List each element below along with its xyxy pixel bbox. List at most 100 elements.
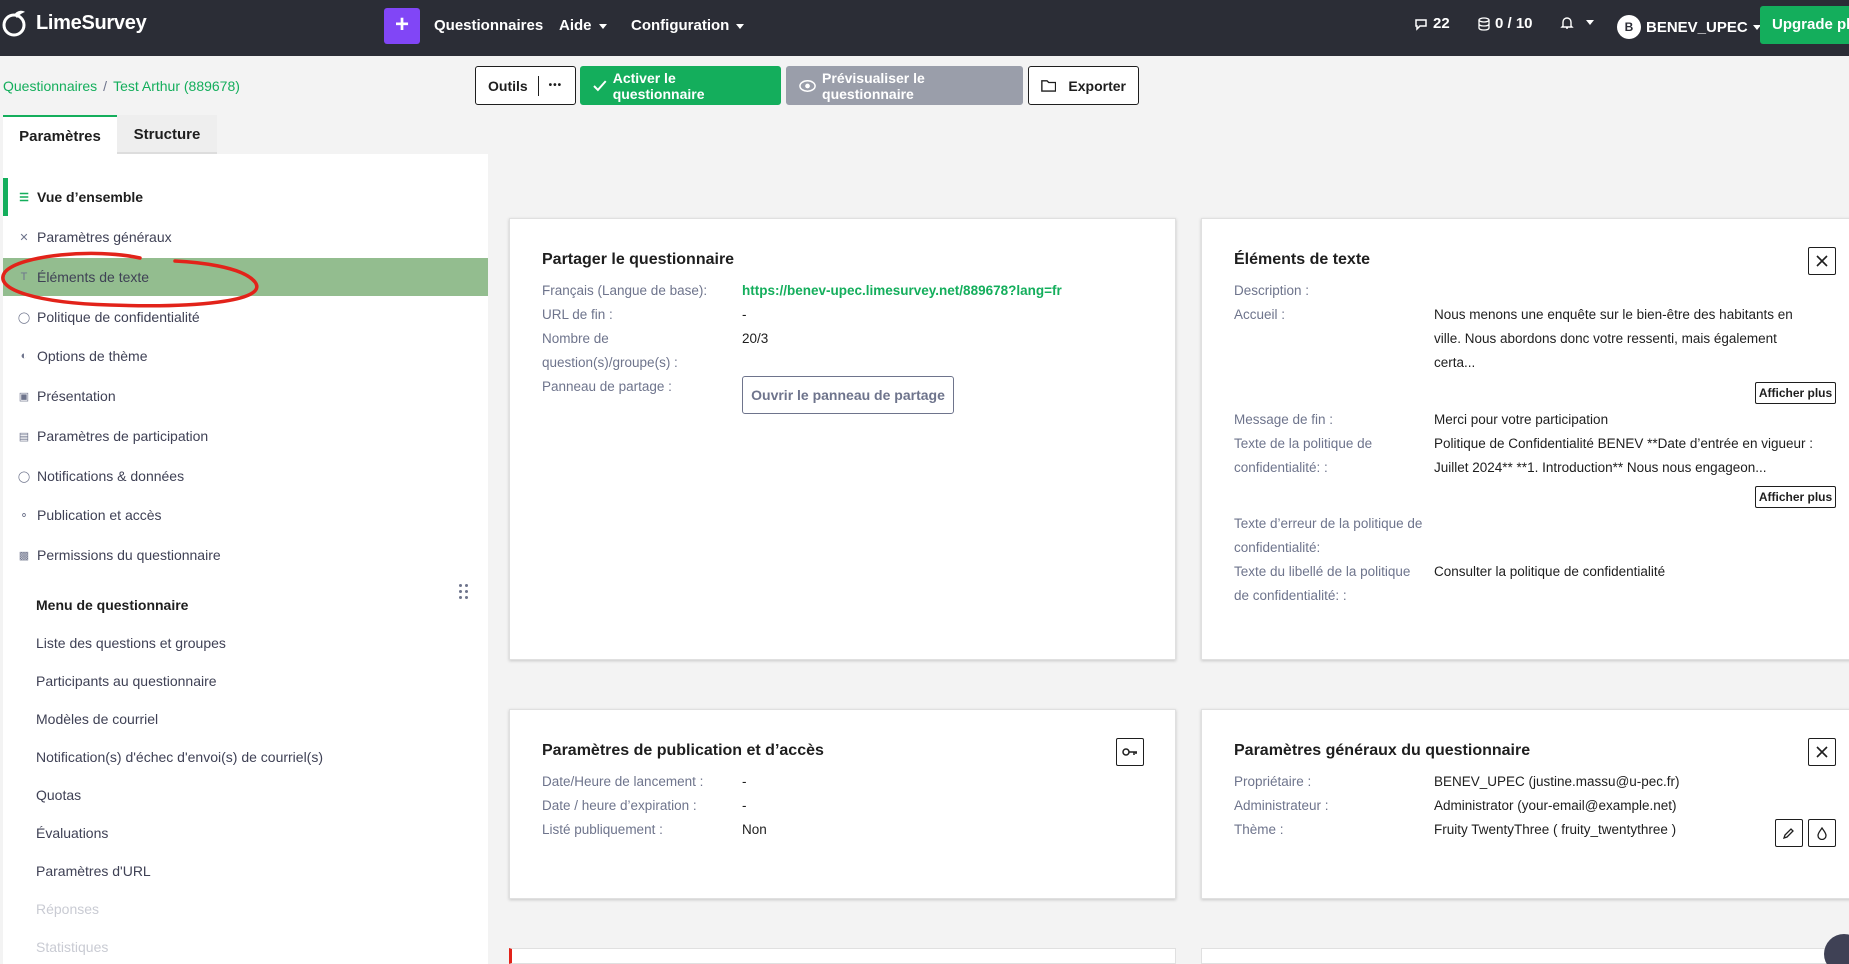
breadcrumb-separator: / [103, 78, 108, 94]
menu-link-url-params[interactable]: Paramètres d'URL [36, 863, 151, 879]
question-count-label-cont: question(s)/groupe(s) : [542, 355, 678, 370]
menu-link-questions-groups[interactable]: Liste des questions et groupes [36, 635, 226, 651]
upgrade-plan-button[interactable]: Upgrade plan [1760, 6, 1849, 44]
bell-icon [1560, 17, 1574, 29]
card-title: Paramètres généraux du questionnaire [1234, 742, 1531, 759]
theme-options-button[interactable] [1808, 819, 1836, 847]
show-more-policy-button[interactable]: Afficher plus [1755, 486, 1836, 508]
end-message-label: Message de fin : [1234, 412, 1334, 427]
menu-link-statistics: Statistiques [36, 939, 109, 955]
card-partial [1201, 948, 1849, 964]
edit-text-elements-button[interactable] [1808, 247, 1836, 275]
policy-text-value: Politique de Confidentialité BENEV **Dat… [1434, 436, 1813, 451]
welcome-text: Nous menons une enquête sur le bien-être… [1434, 307, 1793, 322]
sidebar-item-label: Paramètres généraux [37, 229, 172, 245]
end-url-label: URL de fin : [542, 307, 613, 322]
card-title: Éléments de texte [1234, 251, 1371, 268]
menu-link-assessments[interactable]: Évaluations [36, 825, 108, 841]
public-listing-value: Non [742, 822, 767, 837]
sidebar-item-label: Paramètres de participation [37, 428, 209, 444]
menu-link-participants[interactable]: Participants au questionnaire [36, 673, 217, 689]
drag-handle-icon[interactable] [459, 584, 469, 602]
shield-icon: ◯ [17, 311, 31, 324]
breadcrumb: Questionnaires / Test Arthur (889678) [3, 78, 240, 94]
base-language-label: Français (Langue de base): [542, 283, 708, 298]
sidebar-item-notifications-data[interactable]: ◯ Notifications & données [3, 457, 488, 495]
sidebar-item-publication-access[interactable]: ⚬ Publication et accès [3, 496, 488, 534]
sidebar-item-presentation[interactable]: ▣ Présentation [3, 377, 488, 415]
end-message-value: Merci pour votre participation [1434, 412, 1609, 427]
survey-url-link[interactable]: https://benev-upec.limesurvey.net/889678… [742, 279, 1062, 303]
activate-survey-button[interactable]: Activer le questionnaire [580, 66, 781, 105]
share-survey-card: Partager le questionnaire Français (Lang… [509, 218, 1176, 660]
menu-link-quotas[interactable]: Quotas [36, 787, 81, 803]
export-button[interactable]: Exporter [1028, 66, 1139, 105]
card-title: Paramètres de publication et d’accès [542, 742, 824, 759]
welcome-text-line-3: certa... [1434, 355, 1476, 370]
drop-icon: ◐ [20, 350, 28, 362]
edit-publication-button[interactable] [1116, 738, 1144, 766]
notifications-dropdown[interactable] [1560, 15, 1594, 30]
open-share-panel-button[interactable]: Ouvrir le panneau de partage [742, 376, 954, 414]
share-panel-label: Panneau de partage : [542, 379, 672, 394]
sidebar-item-label: Politique de confidentialité [37, 309, 200, 325]
sidebar-item-text-elements[interactable]: T Éléments de texte [3, 258, 488, 296]
policy-caption-label: Texte du libellé de la politique [1234, 564, 1411, 579]
sidebar-item-privacy-policy[interactable]: ◯ Politique de confidentialité [3, 298, 488, 336]
limesurvey-logo[interactable]: LimeSurvey [0, 8, 147, 38]
sidebar-item-general-settings[interactable]: ✕ Paramètres généraux [3, 218, 488, 256]
nav-configuration[interactable]: Configuration [631, 17, 745, 34]
policy-caption-label-cont: de confidentialité: : [1234, 588, 1347, 603]
create-survey-button[interactable]: + [384, 8, 420, 44]
tools-icon [1816, 746, 1828, 758]
avatar: B [1617, 15, 1641, 39]
sidebar-item-permissions[interactable]: ▩ Permissions du questionnaire [3, 536, 488, 574]
show-more-welcome-button[interactable]: Afficher plus [1755, 382, 1836, 404]
pencil-icon [1783, 828, 1794, 839]
sidebar-item-participation-settings[interactable]: ▤ Paramètres de participation [3, 417, 488, 455]
sidebar-item-label: Permissions du questionnaire [37, 547, 221, 563]
tools-label: Outils [488, 77, 528, 94]
preview-survey-button[interactable]: Prévisualiser le questionnaire [786, 66, 1023, 105]
publication-access-card: Paramètres de publication et d’accès Dat… [509, 709, 1176, 899]
expiry-date-value: - [742, 798, 747, 813]
storage-indicator[interactable]: 0 / 10 [1478, 15, 1533, 32]
question-count-label: Nombre de [542, 331, 609, 346]
policy-error-label: Texte d’erreur de la politique de [1234, 516, 1423, 531]
breadcrumb-current[interactable]: Test Arthur (889678) [113, 78, 240, 94]
settings-sidebar: ☰ Vue d’ensemble ✕ Paramètres généraux T… [3, 154, 488, 964]
menu-link-email-templates[interactable]: Modèles de courriel [36, 711, 158, 727]
text-elements-card: Éléments de texte Description : Accueil … [1201, 218, 1849, 660]
sidebar-item-label: Publication et accès [37, 507, 162, 523]
help-chat-button[interactable] [1824, 934, 1849, 964]
administrator-value: Administrator (your-email@example.net) [1434, 798, 1677, 813]
activate-survey-label: Activer le questionnaire [612, 69, 705, 102]
text-icon: T [20, 271, 28, 283]
tab-parametres[interactable]: Paramètres [3, 115, 117, 154]
menu-link-email-failures[interactable]: Notification(s) d'échec d'envoi(s) de co… [36, 749, 323, 765]
chevron-down-icon [736, 23, 745, 29]
bell-icon: ◯ [17, 470, 31, 483]
start-date-value: - [742, 774, 747, 789]
tools-icon: ✕ [19, 231, 29, 244]
participants-icon: ▤ [18, 430, 30, 443]
list-icon: ☰ [19, 191, 29, 204]
menu-link-responses: Réponses [36, 901, 100, 917]
nav-questionnaires[interactable]: Questionnaires [434, 17, 543, 34]
breadcrumb-root[interactable]: Questionnaires [3, 78, 97, 94]
sidebar-item-label: Vue d’ensemble [37, 189, 144, 205]
user-menu[interactable]: B BENEV_UPEC [1617, 15, 1761, 39]
sidebar-item-theme-options[interactable]: ◐ Options de thème [3, 337, 488, 375]
key-icon: ⚬ [19, 509, 29, 522]
sidebar-item-label: Présentation [37, 388, 116, 404]
tab-structure[interactable]: Structure [117, 115, 217, 154]
sidebar-item-overview[interactable]: ☰ Vue d’ensemble [3, 178, 488, 216]
edit-theme-button[interactable] [1775, 819, 1803, 847]
nav-configuration-label: Configuration [631, 17, 730, 34]
nav-aide[interactable]: Aide [559, 17, 607, 34]
tools-button[interactable]: Outils ••• [475, 66, 576, 105]
edit-general-settings-button[interactable] [1808, 738, 1836, 766]
drop-icon [1817, 826, 1827, 840]
messages-indicator[interactable]: 22 [1414, 15, 1450, 32]
preview-survey-label: Prévisualiser le questionnaire [822, 69, 925, 102]
